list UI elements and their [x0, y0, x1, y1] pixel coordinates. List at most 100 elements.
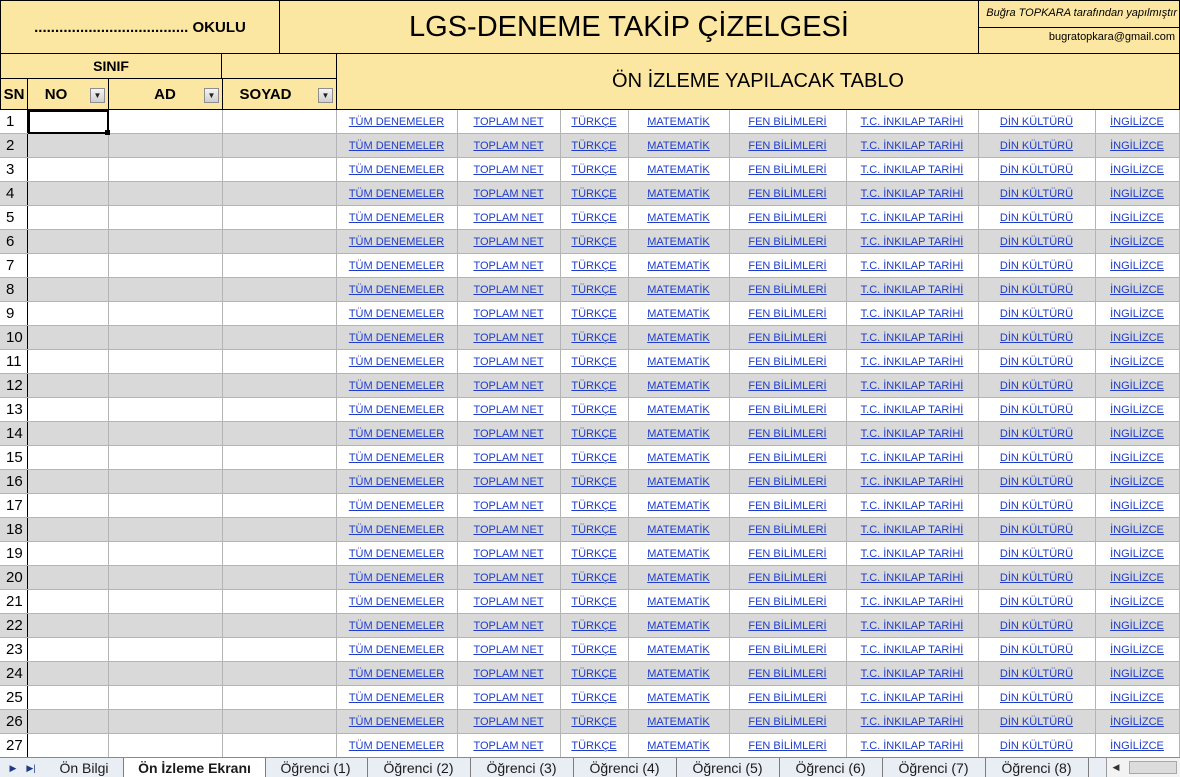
- link-tum-denemeler[interactable]: TÜM DENEMELER: [336, 254, 458, 278]
- student-no-cell[interactable]: [27, 374, 109, 398]
- link-turkce[interactable]: TÜRKÇE: [560, 518, 629, 542]
- link-ingilizce[interactable]: İNGİLİZCE: [1095, 590, 1180, 614]
- link-tum-denemeler[interactable]: TÜM DENEMELER: [336, 182, 458, 206]
- student-surname-cell[interactable]: [222, 326, 337, 350]
- link-din-kulturu[interactable]: DİN KÜLTÜRÜ: [978, 686, 1096, 710]
- student-name-cell[interactable]: [108, 278, 223, 302]
- scroll-thumb[interactable]: [1129, 761, 1177, 774]
- link-din-kulturu[interactable]: DİN KÜLTÜRÜ: [978, 158, 1096, 182]
- student-no-cell[interactable]: [27, 734, 109, 757]
- horizontal-scrollbar[interactable]: ◀: [1106, 758, 1180, 777]
- link-toplam-net[interactable]: TOPLAM NET: [457, 734, 561, 757]
- student-name-cell[interactable]: [108, 206, 223, 230]
- student-surname-cell[interactable]: [222, 254, 337, 278]
- link-fen-bilimleri[interactable]: FEN BİLİMLERİ: [729, 590, 847, 614]
- link-tum-denemeler[interactable]: TÜM DENEMELER: [336, 542, 458, 566]
- student-no-cell[interactable]: [27, 182, 109, 206]
- link-turkce[interactable]: TÜRKÇE: [560, 254, 629, 278]
- link-inkilap-tarihi[interactable]: T.C. İNKILAP TARİHİ: [846, 326, 979, 350]
- link-fen-bilimleri[interactable]: FEN BİLİMLERİ: [729, 230, 847, 254]
- link-matematik[interactable]: MATEMATİK: [628, 278, 730, 302]
- link-fen-bilimleri[interactable]: FEN BİLİMLERİ: [729, 158, 847, 182]
- fill-handle[interactable]: [105, 130, 110, 135]
- link-tum-denemeler[interactable]: TÜM DENEMELER: [336, 710, 458, 734]
- link-ingilizce[interactable]: İNGİLİZCE: [1095, 230, 1180, 254]
- link-inkilap-tarihi[interactable]: T.C. İNKILAP TARİHİ: [846, 350, 979, 374]
- link-toplam-net[interactable]: TOPLAM NET: [457, 230, 561, 254]
- link-fen-bilimleri[interactable]: FEN BİLİMLERİ: [729, 182, 847, 206]
- link-inkilap-tarihi[interactable]: T.C. İNKILAP TARİHİ: [846, 542, 979, 566]
- link-toplam-net[interactable]: TOPLAM NET: [457, 710, 561, 734]
- sheet-tab[interactable]: Öğrenci (7): [882, 758, 986, 777]
- student-surname-cell[interactable]: [222, 350, 337, 374]
- link-inkilap-tarihi[interactable]: T.C. İNKILAP TARİHİ: [846, 638, 979, 662]
- link-inkilap-tarihi[interactable]: T.C. İNKILAP TARİHİ: [846, 566, 979, 590]
- link-din-kulturu[interactable]: DİN KÜLTÜRÜ: [978, 302, 1096, 326]
- link-fen-bilimleri[interactable]: FEN BİLİMLERİ: [729, 422, 847, 446]
- student-no-cell[interactable]: [27, 518, 109, 542]
- link-turkce[interactable]: TÜRKÇE: [560, 350, 629, 374]
- link-inkilap-tarihi[interactable]: T.C. İNKILAP TARİHİ: [846, 302, 979, 326]
- scroll-left-icon[interactable]: ◀: [1107, 758, 1125, 777]
- student-name-cell[interactable]: [108, 374, 223, 398]
- link-ingilizce[interactable]: İNGİLİZCE: [1095, 662, 1180, 686]
- link-din-kulturu[interactable]: DİN KÜLTÜRÜ: [978, 422, 1096, 446]
- link-tum-denemeler[interactable]: TÜM DENEMELER: [336, 470, 458, 494]
- link-ingilizce[interactable]: İNGİLİZCE: [1095, 494, 1180, 518]
- link-matematik[interactable]: MATEMATİK: [628, 494, 730, 518]
- student-name-cell[interactable]: [108, 542, 223, 566]
- link-din-kulturu[interactable]: DİN KÜLTÜRÜ: [978, 494, 1096, 518]
- link-din-kulturu[interactable]: DİN KÜLTÜRÜ: [978, 350, 1096, 374]
- link-inkilap-tarihi[interactable]: T.C. İNKILAP TARİHİ: [846, 518, 979, 542]
- link-din-kulturu[interactable]: DİN KÜLTÜRÜ: [978, 542, 1096, 566]
- link-matematik[interactable]: MATEMATİK: [628, 182, 730, 206]
- sheet-tab[interactable]: Öğrenci (2): [367, 758, 471, 777]
- link-fen-bilimleri[interactable]: FEN BİLİMLERİ: [729, 710, 847, 734]
- link-turkce[interactable]: TÜRKÇE: [560, 590, 629, 614]
- link-turkce[interactable]: TÜRKÇE: [560, 734, 629, 757]
- link-turkce[interactable]: TÜRKÇE: [560, 398, 629, 422]
- link-toplam-net[interactable]: TOPLAM NET: [457, 422, 561, 446]
- link-matematik[interactable]: MATEMATİK: [628, 110, 730, 134]
- link-matematik[interactable]: MATEMATİK: [628, 662, 730, 686]
- link-fen-bilimleri[interactable]: FEN BİLİMLERİ: [729, 326, 847, 350]
- link-ingilizce[interactable]: İNGİLİZCE: [1095, 302, 1180, 326]
- link-inkilap-tarihi[interactable]: T.C. İNKILAP TARİHİ: [846, 206, 979, 230]
- link-matematik[interactable]: MATEMATİK: [628, 326, 730, 350]
- student-no-cell[interactable]: [27, 566, 109, 590]
- student-no-cell[interactable]: [27, 590, 109, 614]
- link-toplam-net[interactable]: TOPLAM NET: [457, 614, 561, 638]
- link-turkce[interactable]: TÜRKÇE: [560, 638, 629, 662]
- link-inkilap-tarihi[interactable]: T.C. İNKILAP TARİHİ: [846, 158, 979, 182]
- link-fen-bilimleri[interactable]: FEN BİLİMLERİ: [729, 446, 847, 470]
- link-toplam-net[interactable]: TOPLAM NET: [457, 398, 561, 422]
- link-din-kulturu[interactable]: DİN KÜLTÜRÜ: [978, 590, 1096, 614]
- link-matematik[interactable]: MATEMATİK: [628, 230, 730, 254]
- link-fen-bilimleri[interactable]: FEN BİLİMLERİ: [729, 518, 847, 542]
- link-matematik[interactable]: MATEMATİK: [628, 302, 730, 326]
- link-inkilap-tarihi[interactable]: T.C. İNKILAP TARİHİ: [846, 422, 979, 446]
- link-din-kulturu[interactable]: DİN KÜLTÜRÜ: [978, 278, 1096, 302]
- link-toplam-net[interactable]: TOPLAM NET: [457, 374, 561, 398]
- link-turkce[interactable]: TÜRKÇE: [560, 422, 629, 446]
- student-name-cell[interactable]: [108, 254, 223, 278]
- link-inkilap-tarihi[interactable]: T.C. İNKILAP TARİHİ: [846, 134, 979, 158]
- link-toplam-net[interactable]: TOPLAM NET: [457, 542, 561, 566]
- student-surname-cell[interactable]: [222, 134, 337, 158]
- student-no-cell[interactable]: [27, 446, 109, 470]
- student-surname-cell[interactable]: [222, 470, 337, 494]
- link-tum-denemeler[interactable]: TÜM DENEMELER: [336, 734, 458, 757]
- link-tum-denemeler[interactable]: TÜM DENEMELER: [336, 686, 458, 710]
- link-toplam-net[interactable]: TOPLAM NET: [457, 446, 561, 470]
- link-toplam-net[interactable]: TOPLAM NET: [457, 254, 561, 278]
- link-ingilizce[interactable]: İNGİLİZCE: [1095, 422, 1180, 446]
- link-tum-denemeler[interactable]: TÜM DENEMELER: [336, 230, 458, 254]
- link-inkilap-tarihi[interactable]: T.C. İNKILAP TARİHİ: [846, 614, 979, 638]
- student-no-cell[interactable]: [27, 326, 109, 350]
- student-surname-cell[interactable]: [222, 494, 337, 518]
- student-surname-cell[interactable]: [222, 566, 337, 590]
- link-turkce[interactable]: TÜRKÇE: [560, 134, 629, 158]
- student-name-cell[interactable]: [108, 110, 223, 134]
- link-turkce[interactable]: TÜRKÇE: [560, 230, 629, 254]
- link-turkce[interactable]: TÜRKÇE: [560, 542, 629, 566]
